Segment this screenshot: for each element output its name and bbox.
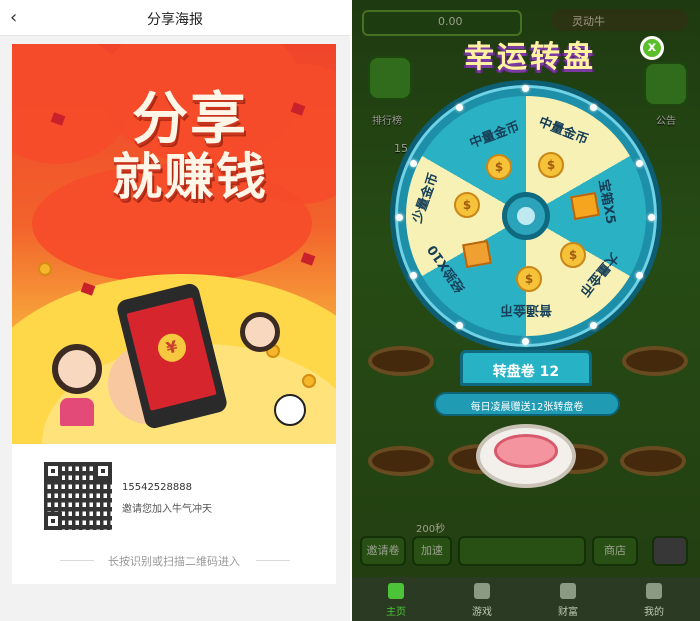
wheel-bulb bbox=[590, 104, 597, 111]
girl-character bbox=[240, 312, 280, 352]
qr-code[interactable] bbox=[44, 462, 112, 530]
gold-coin-icon: $ bbox=[560, 242, 586, 268]
qr-card: 15542528888 邀请您加入牛气冲天 长按识别或扫描二维码进入 bbox=[12, 444, 336, 584]
tab-home[interactable]: 主页 bbox=[366, 581, 426, 619]
girl-dress bbox=[60, 398, 94, 426]
wheel-hub-center bbox=[517, 207, 535, 225]
wheel-bulb bbox=[636, 160, 643, 167]
gold-coin-icon: $ bbox=[516, 266, 542, 292]
tab-label: 我的 bbox=[644, 607, 664, 618]
top-bar: ‹ 分享海报 bbox=[0, 0, 350, 36]
qr-finder bbox=[44, 512, 62, 530]
qr-finder bbox=[94, 462, 112, 480]
experience-icon bbox=[462, 239, 492, 269]
page-title: 分享海报 bbox=[147, 12, 203, 28]
tab-games[interactable]: 游戏 bbox=[452, 581, 512, 619]
wheel-bulb bbox=[522, 85, 529, 92]
game-screen: 0.00 灵动牛 排行榜 公告 15 200秒 邀请卷 加速 商店 幸运转盘 x bbox=[352, 0, 700, 621]
gold-coin-icon bbox=[38, 262, 52, 276]
headline-line-1: 分享 bbox=[132, 86, 248, 152]
qr-finder bbox=[44, 462, 62, 480]
gold-coin-icon: $ bbox=[454, 192, 480, 218]
gold-coin-icon: $ bbox=[486, 154, 512, 180]
wheel-bulb bbox=[522, 338, 529, 345]
invite-text: 邀请您加入牛气冲天 bbox=[122, 504, 212, 515]
wheel-bulb bbox=[648, 214, 655, 221]
wheel-hub bbox=[502, 192, 550, 240]
phone-screen: ¥ bbox=[126, 297, 217, 411]
girl-character bbox=[52, 344, 102, 426]
red-envelope-icon bbox=[300, 252, 316, 266]
wheel-bulb bbox=[410, 160, 417, 167]
tab-label: 财富 bbox=[558, 607, 578, 618]
headline-line-2: 就赚钱 bbox=[112, 147, 268, 206]
wheel-bulb bbox=[636, 272, 643, 279]
wheel-bulb bbox=[590, 322, 597, 329]
money-bag-icon bbox=[560, 583, 576, 599]
home-icon bbox=[388, 583, 404, 599]
wheel-segment-label: 普通金币 bbox=[500, 302, 553, 317]
wheel-bulb bbox=[396, 214, 403, 221]
tab-label: 游戏 bbox=[472, 607, 492, 618]
tab-wealth[interactable]: 财富 bbox=[538, 581, 598, 619]
daily-note-text: 每日凌晨赠送12张转盘卷 bbox=[470, 402, 584, 413]
share-poster-screen: ‹ 分享海报 分享 就赚钱 ¥ 15542528888 邀请您加入牛气冲天 长按… bbox=[0, 0, 350, 621]
spin-button[interactable] bbox=[476, 424, 576, 488]
gamepad-icon bbox=[474, 583, 490, 599]
treasure-chest-icon bbox=[570, 191, 600, 221]
daily-note-banner: 每日凌晨赠送12张转盘卷 bbox=[434, 392, 620, 416]
boy-character bbox=[274, 394, 306, 426]
wheel-ticket-count: 转盘卷 12 bbox=[492, 364, 560, 380]
poster-headline: 分享 就赚钱 bbox=[90, 90, 290, 206]
wheel-bulb bbox=[410, 272, 417, 279]
wheel-ticket-stand: 转盘卷 12 bbox=[460, 350, 592, 386]
yuan-coin-icon: ¥ bbox=[155, 330, 189, 365]
tab-label: 主页 bbox=[386, 607, 406, 618]
close-icon[interactable]: x bbox=[640, 36, 664, 60]
tab-profile[interactable]: 我的 bbox=[624, 581, 684, 619]
wheel-title: 幸运转盘 bbox=[464, 40, 596, 75]
spin-button-top bbox=[494, 434, 558, 468]
gold-coin-icon: $ bbox=[538, 152, 564, 178]
scan-hint-text: 长按识别或扫描二维码进入 bbox=[108, 555, 240, 568]
share-poster-image: 分享 就赚钱 ¥ bbox=[12, 44, 336, 444]
wheel-bulb bbox=[456, 104, 463, 111]
scan-hint: 长按识别或扫描二维码进入 bbox=[12, 552, 336, 568]
lucky-wheel[interactable]: 中量金币 中量金币 宝箱X5 大量金币 普通金币 经验X10 少量金币 $ $ … bbox=[390, 80, 662, 352]
inviter-phone: 15542528888 bbox=[122, 482, 192, 493]
gold-coin-icon bbox=[302, 374, 316, 388]
wheel-bulb bbox=[456, 322, 463, 329]
bottom-tab-bar: 主页 游戏 财富 我的 bbox=[352, 577, 700, 621]
profile-icon bbox=[646, 583, 662, 599]
